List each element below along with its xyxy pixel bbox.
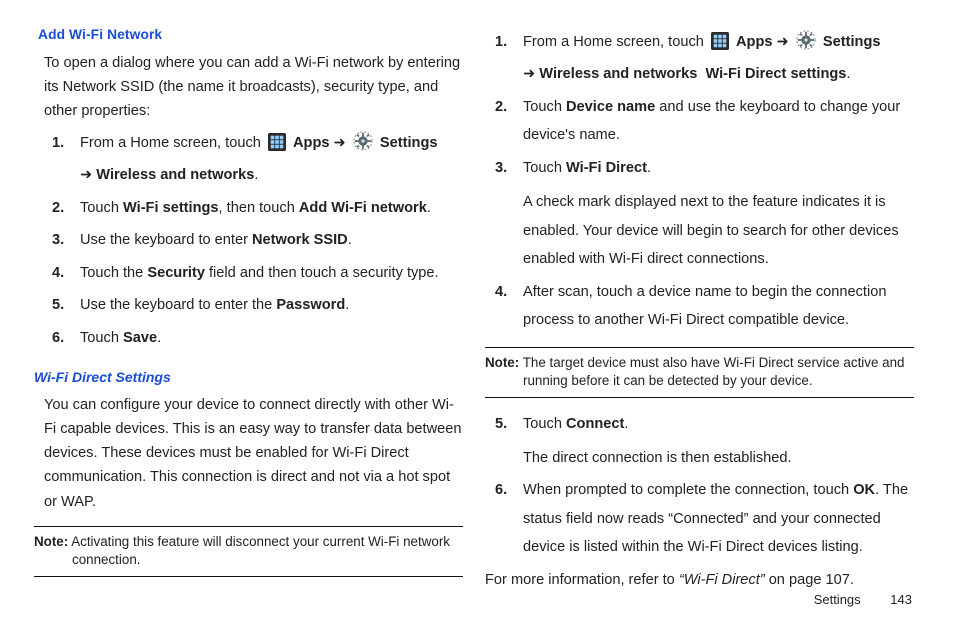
wifi-direct-steps: 1. From a Home screen, touch Apps ➜ Sett… <box>495 28 914 335</box>
rstep-1: 1. From a Home screen, touch Apps ➜ Sett… <box>495 28 914 89</box>
wifi-direct-steps-cont: 5. Touch Connect. The direct connection … <box>495 410 914 562</box>
apps-icon <box>268 133 286 161</box>
footer-page: 143 <box>890 592 912 607</box>
footer-section: Settings <box>814 592 861 607</box>
gear-icon <box>796 30 816 60</box>
heading-add-wifi: Add Wi-Fi Network <box>38 24 463 47</box>
rstep-3-body: A check mark displayed next to the featu… <box>523 188 914 273</box>
heading-wifi-direct: Wi-Fi Direct Settings <box>34 366 463 389</box>
rstep-3: 3. Touch Wi-Fi Direct. A check mark disp… <box>495 154 914 274</box>
step-body: From a Home screen, touch Apps ➜ Setting… <box>80 129 463 190</box>
apps-icon <box>711 32 729 60</box>
wifi-direct-intro: You can configure your device to connect… <box>44 393 463 513</box>
intro-text: To open a dialog where you can add a Wi-… <box>44 51 463 123</box>
left-column: Add Wi-Fi Network To open a dialog where… <box>44 24 463 592</box>
step-5: 5. Use the keyboard to enter the Passwor… <box>52 291 463 319</box>
add-wifi-steps: 1. From a Home screen, touch Apps ➜ Sett… <box>44 129 463 352</box>
step-2: 2. Touch Wi-Fi settings, then touch Add … <box>52 194 463 222</box>
page-footer: Settings 143 <box>814 589 912 610</box>
page-columns: Add Wi-Fi Network To open a dialog where… <box>44 24 914 592</box>
note-left: Note: Activating this feature will disco… <box>34 526 463 577</box>
note-right: Note: The target device must also have W… <box>485 347 914 398</box>
step-1: 1. From a Home screen, touch Apps ➜ Sett… <box>52 129 463 190</box>
rstep-4: 4. After scan, touch a device name to be… <box>495 278 914 335</box>
step-6: 6. Touch Save. <box>52 324 463 352</box>
rstep-5: 5. Touch Connect. The direct connection … <box>495 410 914 473</box>
right-column: 1. From a Home screen, touch Apps ➜ Sett… <box>495 24 914 592</box>
step-4: 4. Touch the Security field and then tou… <box>52 259 463 287</box>
step-3: 3. Use the keyboard to enter Network SSI… <box>52 226 463 254</box>
step-number: 1. <box>52 129 80 190</box>
rstep-6: 6. When prompted to complete the connect… <box>495 476 914 561</box>
rstep-2: 2. Touch Device name and use the keyboar… <box>495 93 914 150</box>
gear-icon <box>353 131 373 161</box>
